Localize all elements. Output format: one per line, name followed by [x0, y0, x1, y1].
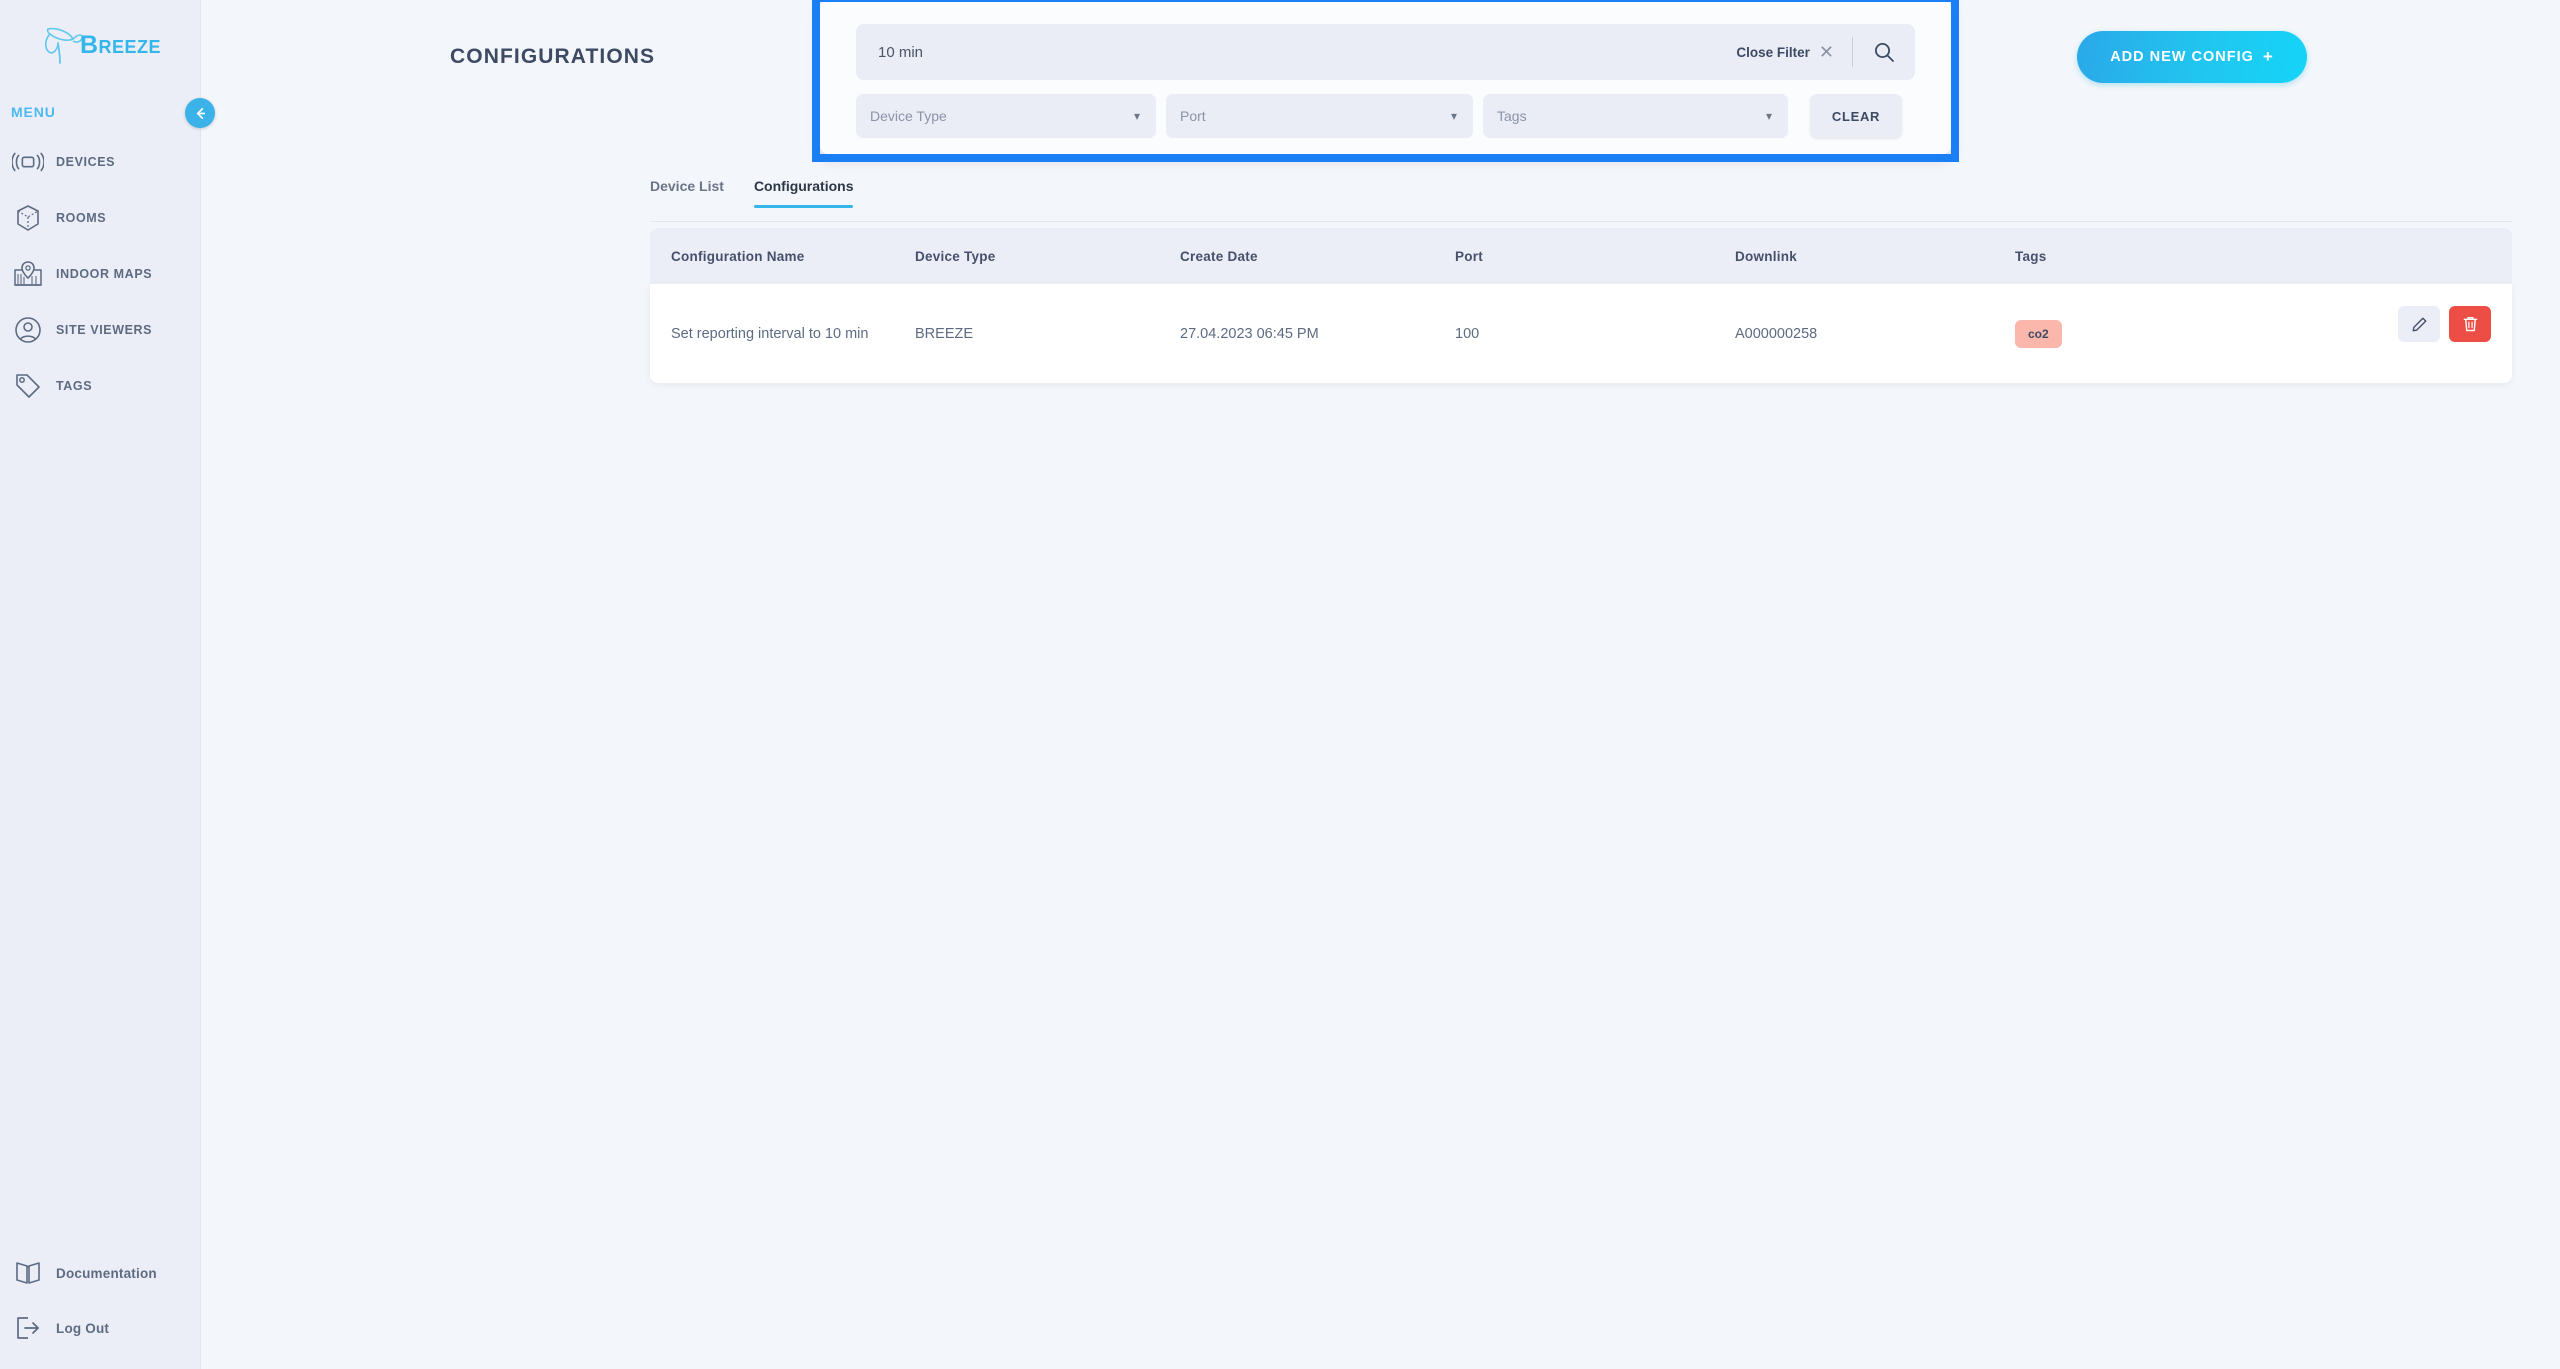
search-bar: Close Filter ✕: [856, 24, 1915, 80]
search-input[interactable]: [856, 43, 1737, 61]
close-x-icon: ✕: [1818, 41, 1834, 62]
sidebar-item-label: Documentation: [56, 1265, 157, 1281]
delete-row-button[interactable]: [2449, 306, 2491, 342]
chevron-down-icon: ▾: [1133, 109, 1140, 123]
sidebar: Breeze MENU DEVICES ROOMS INDOOR MAPS SI…: [0, 0, 215, 1369]
clear-filters-button[interactable]: CLEAR: [1810, 94, 1902, 138]
table-header-row: Configuration Name Device Type Create Da…: [650, 228, 2512, 284]
tab-configurations[interactable]: Configurations: [753, 178, 853, 208]
logout-icon: [0, 1315, 56, 1341]
brand-name: Breeze: [79, 30, 162, 59]
column-header-create-date: Create Date: [1180, 248, 1258, 264]
add-new-config-label: ADD NEW CONFIG: [2110, 49, 2254, 65]
arrow-left-icon: [196, 107, 205, 119]
tab-device-list[interactable]: Device List: [650, 178, 724, 207]
column-header-port: Port: [1455, 248, 1483, 264]
device-type-select[interactable]: Device Type ▾: [856, 94, 1156, 138]
menu-heading: MENU: [11, 104, 56, 120]
sidebar-item-label: ROOMS: [56, 211, 107, 225]
table-row[interactable]: Set reporting interval to 10 min BREEZE …: [650, 284, 2512, 383]
sidebar-item-tags[interactable]: TAGS: [0, 358, 201, 414]
sidebar-item-indoor-maps[interactable]: INDOOR MAPS: [0, 246, 201, 302]
tags-select[interactable]: Tags ▾: [1483, 94, 1788, 138]
trash-icon: [2463, 316, 2477, 332]
cell-port: 100: [1455, 325, 1480, 342]
pencil-icon: [2412, 317, 2426, 331]
tab-bar: Device List Configurations: [650, 178, 2512, 222]
close-filter-button[interactable]: Close Filter ✕: [1736, 42, 1852, 63]
tag-badge: co2: [2015, 319, 2062, 348]
sidebar-item-devices[interactable]: DEVICES: [0, 134, 201, 190]
filter-controls-row: Device Type ▾ Port ▾ Tags ▾ CLEAR: [856, 94, 1915, 138]
tag-icon: [0, 372, 56, 400]
cell-create-date: 27.04.2023 06:45 PM: [1180, 325, 1319, 342]
breeze-leaf-icon: [44, 27, 83, 64]
sidebar-item-site-viewers[interactable]: SITE VIEWERS: [0, 302, 201, 358]
sidebar-item-label: Log Out: [56, 1320, 110, 1336]
map-pin-icon: [0, 260, 56, 288]
column-header-tags: Tags: [2015, 248, 2047, 264]
sidebar-item-label: SITE VIEWERS: [56, 323, 153, 337]
filter-panel: Close Filter ✕ Device Type ▾ Port ▾ Ta: [820, 0, 1951, 154]
book-icon: [0, 1260, 56, 1286]
add-new-config-button[interactable]: ADD NEW CONFIG +: [2077, 31, 2307, 83]
sidebar-item-documentation[interactable]: Documentation: [0, 1245, 201, 1301]
search-button[interactable]: [1853, 41, 1915, 63]
main-content: CONFIGURATIONS ADD NEW CONFIG + Close Fi…: [201, 0, 2560, 1369]
sidebar-collapse-button[interactable]: [185, 98, 215, 128]
page-title: CONFIGURATIONS: [450, 45, 656, 68]
close-filter-label: Close Filter: [1736, 44, 1810, 60]
plus-icon: +: [2262, 47, 2274, 66]
device-type-select-value: Device Type: [870, 108, 947, 124]
chevron-down-icon: ▾: [1765, 109, 1772, 123]
cell-downlink: A000000258: [1735, 325, 1818, 342]
sidebar-item-label: DEVICES: [56, 155, 116, 169]
configurations-table: Configuration Name Device Type Create Da…: [650, 228, 2512, 383]
search-icon: [1875, 43, 1894, 62]
edit-row-button[interactable]: [2398, 306, 2440, 342]
brand-logo[interactable]: Breeze: [0, 14, 201, 76]
sidebar-item-label: TAGS: [56, 379, 93, 393]
sidebar-item-rooms[interactable]: ROOMS: [0, 190, 201, 246]
chevron-down-icon: ▾: [1450, 109, 1457, 123]
column-header-configuration-name: Configuration Name: [671, 248, 805, 264]
port-select-value: Port: [1180, 108, 1206, 124]
column-header-device-type: Device Type: [915, 248, 996, 264]
broadcast-device-icon: [0, 152, 56, 172]
tags-select-value: Tags: [1497, 108, 1527, 124]
user-circle-icon: [0, 316, 56, 344]
sidebar-item-logout[interactable]: Log Out: [0, 1300, 201, 1356]
sidebar-item-label: INDOOR MAPS: [56, 267, 153, 281]
port-select[interactable]: Port ▾: [1166, 94, 1473, 138]
cell-device-type: BREEZE: [915, 325, 974, 342]
cube-icon: [0, 204, 56, 232]
cell-configuration-name: Set reporting interval to 10 min: [671, 325, 869, 342]
row-actions: [2398, 306, 2491, 342]
column-header-downlink: Downlink: [1735, 248, 1797, 264]
